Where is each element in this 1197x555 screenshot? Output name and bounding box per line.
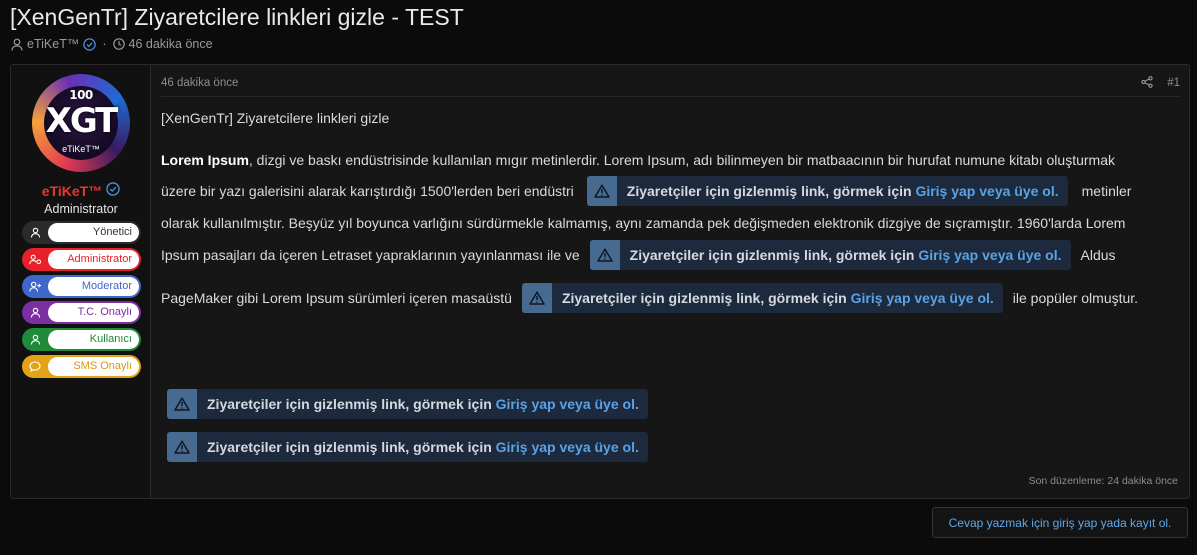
hidden-link-block: Ziyaretçiler için gizlenmiş link, görmek… xyxy=(167,389,648,419)
avatar-logo-sub: eTiKeT™ xyxy=(62,144,100,154)
reply-login-button[interactable]: Cevap yazmak için giriş yap yada kayıt o… xyxy=(932,507,1188,538)
banner-label: Moderator xyxy=(48,276,139,296)
hidden-link-text: Ziyaretçiler için gizlenmiş link, görmek… xyxy=(207,439,496,455)
banner-kullanici: Kullanıcı xyxy=(22,328,141,352)
banner-label: Kullanıcı xyxy=(48,330,139,350)
users-gear-icon xyxy=(22,254,48,265)
post-heading-line: [XenGenTr] Ziyaretcilere linkleri gizle xyxy=(161,103,389,133)
hidden-link-text: Ziyaretçiler için gizlenmiş link, görmek… xyxy=(561,290,851,306)
login-register-link[interactable]: Giriş yap veya üye ol. xyxy=(918,247,1061,263)
user-icon xyxy=(22,307,48,318)
paragraph-line: Lorem Ipsum, dizgi ve baskı endüstrisind… xyxy=(161,145,1115,175)
hidden-link-notice: Ziyaretçiler için gizlenmiş link, görmek… xyxy=(521,283,1003,313)
post: 100 XGT eTiKeT™ eTiKeT™ Administrator Yö… xyxy=(10,64,1190,499)
hidden-link-block: Ziyaretçiler için gizlenmiş link, görmek… xyxy=(167,432,648,462)
clock-icon xyxy=(112,38,125,50)
hidden-link-notice: Ziyaretçiler için gizlenmiş link, görmek… xyxy=(167,432,648,462)
share-icon[interactable] xyxy=(1141,76,1153,91)
banner-tc-onayli: T.C. Onaylı xyxy=(22,301,141,325)
thread-time[interactable]: 46 dakika önce xyxy=(129,37,213,51)
warning-icon xyxy=(167,389,197,419)
user-icon xyxy=(11,38,23,51)
avatar-logo-main: XGT xyxy=(45,101,119,141)
post-date[interactable]: 46 dakika önce xyxy=(161,77,238,89)
post-main: 46 dakika önce #1 [XenGenTr] Ziyaretcile… xyxy=(152,65,1189,498)
post-header: 46 dakika önce #1 xyxy=(161,65,1180,97)
user-icon xyxy=(22,227,48,238)
paragraph-line: PageMaker gibi Lorem Ipsum sürümleri içe… xyxy=(161,283,1138,313)
thread-meta: eTiKeT™ · 46 dakika önce xyxy=(11,37,213,51)
banner-label: Yönetici xyxy=(48,223,139,242)
username-text[interactable]: eTiKeT™ xyxy=(42,183,102,199)
paragraph-text: Aldus xyxy=(1080,247,1116,263)
chat-icon xyxy=(22,361,48,372)
paragraph-text: olarak kullanılmıştır. Beşyüz yıl boyunc… xyxy=(161,215,1126,231)
bold-lorem: Lorem Ipsum xyxy=(161,152,249,168)
separator-dot: · xyxy=(102,37,107,51)
hidden-link-notice: Ziyaretçiler için gizlenmiş link, görmek… xyxy=(586,176,1068,206)
login-register-link[interactable]: Giriş yap veya üye ol. xyxy=(496,439,639,455)
paragraph-text: PageMaker gibi Lorem Ipsum sürümleri içe… xyxy=(161,290,512,306)
hidden-link-text: Ziyaretçiler için gizlenmiş link, görmek… xyxy=(626,183,916,199)
post-number[interactable]: #1 xyxy=(1167,77,1180,89)
banner-label: Administrator xyxy=(48,249,139,269)
banner-label: T.C. Onaylı xyxy=(48,303,139,323)
login-register-link[interactable]: Giriş yap veya üye ol. xyxy=(851,290,994,306)
user-banners: Yönetici Administrator Moderator T.C. On… xyxy=(22,221,141,382)
user-plus-icon xyxy=(22,281,48,292)
warning-icon xyxy=(586,176,617,206)
post-username[interactable]: eTiKeT™ xyxy=(11,182,151,199)
paragraph-text: ile popüler olmuştur. xyxy=(1012,290,1139,306)
paragraph-line: olarak kullanılmıştır. Beşyüz yıl boyunc… xyxy=(161,208,1125,238)
warning-icon xyxy=(521,283,552,313)
banner-moderator: Moderator xyxy=(22,274,141,298)
paragraph-text: üzere bir yazı galerisini alarak karıştı… xyxy=(161,183,574,199)
paragraph-text: Ipsum pasajları da içeren Letraset yapra… xyxy=(161,247,580,263)
post-heading: [XenGenTr] Ziyaretcilere linkleri gizle xyxy=(161,110,390,126)
page-title: [XenGenTr] Ziyaretcilere linkleri gizle … xyxy=(10,4,464,30)
hidden-link-text: Ziyaretçiler için gizlenmiş link, görmek… xyxy=(207,396,496,412)
hidden-link-notice: Ziyaretçiler için gizlenmiş link, görmek… xyxy=(167,389,648,419)
user-title: Administrator xyxy=(44,202,118,216)
last-edited: Son düzenleme: 24 dakika önce xyxy=(1028,475,1178,487)
thread-author[interactable]: eTiKeT™ xyxy=(27,37,79,51)
paragraph-line: üzere bir yazı galerisini alarak karıştı… xyxy=(161,176,1131,206)
paragraph-line: Ipsum pasajları da içeren Letraset yapra… xyxy=(161,240,1116,270)
avatar-logo-top: 100 xyxy=(69,88,93,102)
warning-icon xyxy=(167,432,197,462)
paragraph-text: , dizgi ve baskı endüstrisinde kullanıla… xyxy=(248,152,1115,168)
banner-label: SMS Onaylı xyxy=(48,356,139,376)
avatar[interactable]: 100 XGT eTiKeT™ xyxy=(32,74,130,172)
paragraph-text: metinler xyxy=(1081,183,1132,199)
verified-icon xyxy=(83,37,97,51)
login-register-link[interactable]: Giriş yap veya üye ol. xyxy=(915,183,1058,199)
hidden-link-text: Ziyaretçiler için gizlenmiş link, görmek… xyxy=(629,247,919,263)
banner-sms-onayli: SMS Onaylı xyxy=(22,354,141,378)
warning-icon xyxy=(589,240,620,270)
banner-administrator: Administrator xyxy=(22,247,141,271)
user-icon xyxy=(22,334,48,345)
verified-icon xyxy=(106,182,120,199)
post-user-cell: 100 XGT eTiKeT™ eTiKeT™ Administrator Yö… xyxy=(11,65,151,498)
login-register-link[interactable]: Giriş yap veya üye ol. xyxy=(496,396,639,412)
banner-yonetici: Yönetici xyxy=(22,221,141,244)
hidden-link-notice: Ziyaretçiler için gizlenmiş link, görmek… xyxy=(589,240,1071,270)
